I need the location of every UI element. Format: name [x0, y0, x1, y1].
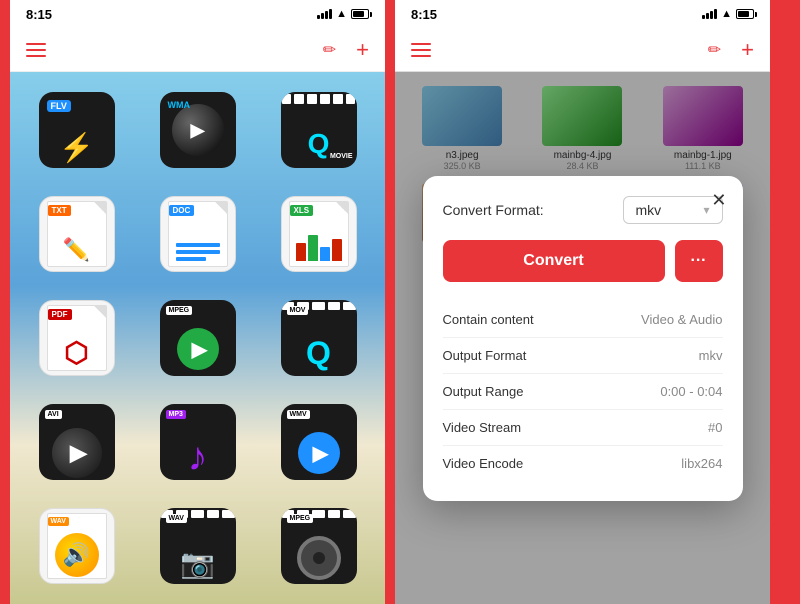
list-item[interactable]: WAV 🔊: [22, 500, 131, 592]
right-phone: 8:15 ▲ ✏ +: [395, 0, 770, 604]
info-row-format: Output Format mkv: [443, 338, 723, 374]
xls-icon: XLS: [281, 196, 357, 272]
pdf-icon: PDF ⬡: [39, 300, 115, 376]
info-row-encode: Video Encode libx264: [443, 446, 723, 481]
status-icons-right: ▲: [702, 8, 754, 20]
status-bar-right: 8:15 ▲: [395, 0, 770, 28]
info-row-range: Output Range 0:00 - 0:04: [443, 374, 723, 410]
add-button-right[interactable]: +: [741, 37, 754, 63]
list-item[interactable]: MPEG: [264, 500, 373, 592]
doc-icon: DOC: [160, 196, 236, 272]
format-row: Convert Format: mkv ▾: [443, 196, 723, 224]
chevron-down-icon: ▾: [703, 203, 709, 217]
icon-grid: FLV ⚡ WMA ▶ Q MOVIE: [10, 72, 385, 604]
format-select[interactable]: mkv ▾: [623, 196, 723, 224]
status-icons-left: ▲: [317, 8, 369, 20]
battery-icon: [351, 9, 369, 19]
list-item[interactable]: PDF ⬡: [22, 292, 131, 384]
edit-button-right[interactable]: ✏: [708, 40, 721, 60]
info-val: 0:00 - 0:04: [660, 384, 722, 399]
list-item[interactable]: AVI ▶: [22, 396, 131, 488]
wav-film-icon: WAV 📷: [160, 508, 236, 584]
signal-icon-right: [702, 9, 717, 19]
movie-icon: Q MOVIE: [281, 92, 357, 168]
signal-icon: [317, 9, 332, 19]
info-val: Video & Audio: [641, 312, 722, 327]
modal-buttons: Convert ···: [443, 240, 723, 282]
info-val: mkv: [699, 348, 723, 363]
wav-gold-icon: WAV 🔊: [39, 508, 115, 584]
status-time-right: 8:15: [411, 7, 437, 22]
wma-icon: WMA ▶: [160, 92, 236, 168]
format-value: mkv: [636, 202, 662, 218]
info-key: Output Format: [443, 348, 527, 363]
mp3-icon: MP3 ♪: [160, 404, 236, 480]
more-button[interactable]: ···: [675, 240, 723, 282]
info-row-contain: Contain content Video & Audio: [443, 302, 723, 338]
mpeg2-icon: MPEG: [281, 508, 357, 584]
mov-icon: MOV Q: [281, 300, 357, 376]
toolbar-right: ✏ +: [395, 28, 770, 72]
list-item[interactable]: WMV ▶: [264, 396, 373, 488]
avi-icon: AVI ▶: [39, 404, 115, 480]
list-item[interactable]: FLV ⚡: [22, 84, 131, 176]
format-label: Convert Format:: [443, 202, 544, 218]
list-item[interactable]: WMA ▶: [143, 84, 252, 176]
list-item[interactable]: MPEG ▶: [143, 292, 252, 384]
list-item[interactable]: MP3 ♪: [143, 396, 252, 488]
info-val: libx264: [681, 456, 722, 471]
add-button-left[interactable]: +: [356, 37, 369, 63]
info-val: #0: [708, 420, 722, 435]
edit-button-left[interactable]: ✏: [323, 40, 336, 60]
modal-close-button[interactable]: ✕: [711, 190, 726, 211]
list-item[interactable]: MOV Q: [264, 292, 373, 384]
info-row-stream: Video Stream #0: [443, 410, 723, 446]
list-item[interactable]: WAV 📷: [143, 500, 252, 592]
flv-icon: FLV ⚡: [39, 92, 115, 168]
info-key: Output Range: [443, 384, 524, 399]
wifi-icon-right: ▲: [721, 8, 732, 20]
menu-button-right[interactable]: [411, 43, 431, 57]
convert-button[interactable]: Convert: [443, 240, 665, 282]
wifi-icon: ▲: [336, 8, 347, 20]
file-browser: n3.jpeg 325.0 KB mainbg-4.jpg 28.4 KB ma…: [395, 72, 770, 604]
mpeg-icon: MPEG ▶: [160, 300, 236, 376]
list-item[interactable]: Q MOVIE: [264, 84, 373, 176]
info-key: Contain content: [443, 312, 534, 327]
battery-icon-right: [736, 9, 754, 19]
status-time-left: 8:15: [26, 7, 52, 22]
list-item[interactable]: XLS: [264, 188, 373, 280]
modal-overlay: ✕ Convert Format: mkv ▾ Convert ···: [395, 72, 770, 604]
info-key: Video Stream: [443, 420, 522, 435]
left-phone: 8:15 ▲ ✏ + FLV ⚡: [10, 0, 385, 604]
info-rows: Contain content Video & Audio Output For…: [443, 302, 723, 481]
wmv-icon: WMV ▶: [281, 404, 357, 480]
menu-button-left[interactable]: [26, 43, 46, 57]
list-item[interactable]: DOC: [143, 188, 252, 280]
list-item[interactable]: TXT ✏️: [22, 188, 131, 280]
status-bar-left: 8:15 ▲: [10, 0, 385, 28]
toolbar-left: ✏ +: [10, 28, 385, 72]
convert-modal: ✕ Convert Format: mkv ▾ Convert ···: [423, 176, 743, 501]
info-key: Video Encode: [443, 456, 524, 471]
txt-icon: TXT ✏️: [39, 196, 115, 272]
